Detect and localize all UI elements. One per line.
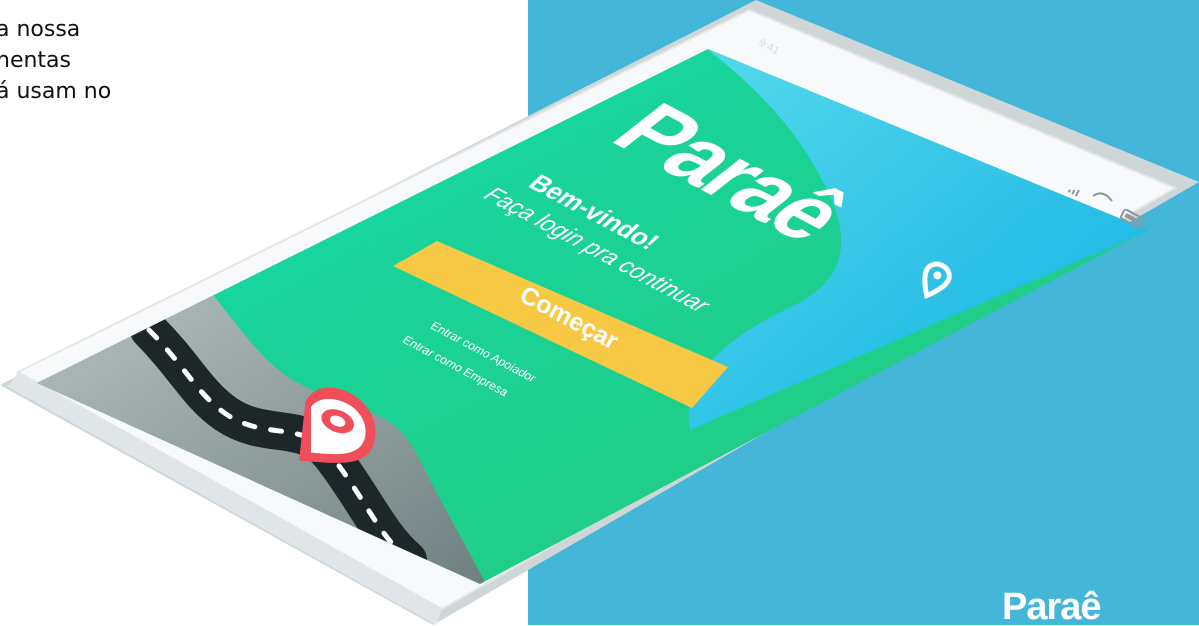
- link-supporter[interactable]: Entrar como Apoiador: [429, 318, 539, 385]
- map-pin-icon: [299, 387, 376, 463]
- road-dashes: [146, 327, 411, 563]
- corner-brand-logo: Paraê: [1002, 588, 1192, 626]
- road-area: [37, 295, 486, 584]
- corner-brand-text: Paraê: [1002, 588, 1102, 626]
- phone-front-edge: [8, 372, 442, 625]
- link-company[interactable]: Entrar como Empresa: [401, 332, 511, 399]
- left-text-line-1: a nossa: [0, 17, 81, 42]
- left-text-line-2: nentas: [0, 48, 71, 73]
- left-text-line-3: á usam no: [0, 79, 112, 104]
- road: [130, 311, 427, 579]
- blue-background-panel: [528, 0, 1199, 625]
- left-copy: a nossa nentas á usam no: [0, 14, 230, 107]
